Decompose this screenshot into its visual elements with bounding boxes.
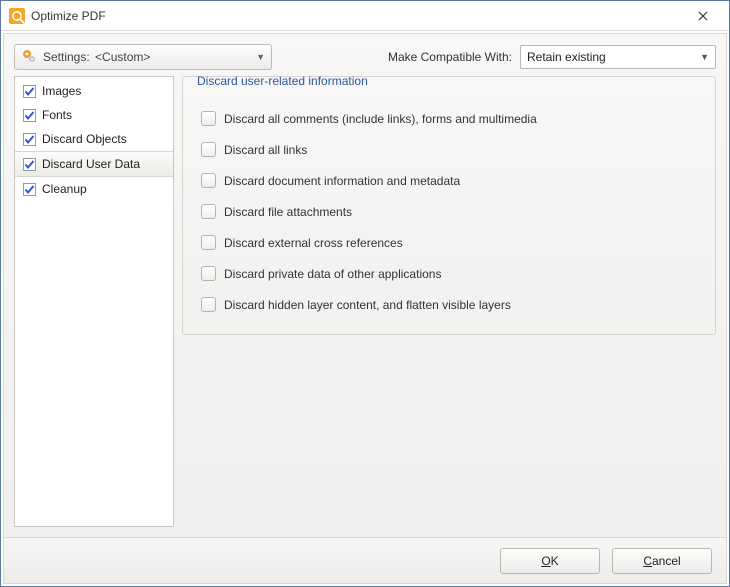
- option-label: Discard hidden layer content, and flatte…: [224, 298, 511, 312]
- option-label: Discard document information and metadat…: [224, 174, 460, 188]
- chevron-down-icon: ▼: [256, 52, 265, 62]
- top-row: Settings: <Custom> ▼ Make Compatible Wit…: [4, 34, 726, 76]
- sidebar-item-label: Images: [42, 84, 81, 98]
- option-row: Discard all links: [199, 134, 699, 165]
- option-checkbox[interactable]: [201, 266, 216, 281]
- close-button[interactable]: [683, 5, 723, 27]
- sidebar-item-cleanup[interactable]: Cleanup: [15, 177, 173, 201]
- option-row: Discard hidden layer content, and flatte…: [199, 289, 699, 320]
- option-label: Discard private data of other applicatio…: [224, 267, 441, 281]
- option-row: Discard private data of other applicatio…: [199, 258, 699, 289]
- sidebar-checkbox[interactable]: [23, 109, 36, 122]
- compat-dropdown[interactable]: Retain existing ▼: [520, 45, 716, 69]
- gear-icon: [21, 48, 37, 67]
- chevron-down-icon: ▼: [700, 52, 709, 62]
- group-title: Discard user-related information: [193, 74, 372, 88]
- options-panel: Discard user-related information Discard…: [182, 76, 716, 527]
- option-label: Discard file attachments: [224, 205, 352, 219]
- option-checkbox[interactable]: [201, 297, 216, 312]
- discard-user-group: Discard user-related information Discard…: [182, 76, 716, 335]
- cancel-label: Cancel: [643, 554, 680, 568]
- settings-label: Settings:: [43, 50, 90, 64]
- sidebar-item-label: Discard Objects: [42, 132, 127, 146]
- titlebar: Optimize PDF: [1, 1, 729, 31]
- compat-label: Make Compatible With:: [388, 50, 512, 64]
- close-icon: [698, 11, 708, 21]
- option-row: Discard file attachments: [199, 196, 699, 227]
- ok-button[interactable]: OK: [500, 548, 600, 574]
- option-checkbox[interactable]: [201, 111, 216, 126]
- mid-row: Images Fonts Discard Objects Discard User D…: [4, 76, 726, 537]
- sidebar-item-label: Discard User Data: [42, 157, 140, 171]
- sidebar-checkbox[interactable]: [23, 133, 36, 146]
- sidebar-item-discard-objects[interactable]: Discard Objects: [15, 127, 173, 151]
- sidebar-item-label: Fonts: [42, 108, 72, 122]
- sidebar-item-discard-user-data[interactable]: Discard User Data: [15, 151, 173, 177]
- sidebar-item-label: Cleanup: [42, 182, 87, 196]
- option-checkbox[interactable]: [201, 173, 216, 188]
- option-checkbox[interactable]: [201, 235, 216, 250]
- settings-dropdown[interactable]: Settings: <Custom> ▼: [14, 44, 272, 70]
- sidebar-item-images[interactable]: Images: [15, 79, 173, 103]
- ok-label: OK: [541, 554, 558, 568]
- option-label: Discard all links: [224, 143, 307, 157]
- window-title: Optimize PDF: [31, 9, 106, 23]
- sidebar-checkbox[interactable]: [23, 85, 36, 98]
- option-checkbox[interactable]: [201, 142, 216, 157]
- compat-value: Retain existing: [527, 50, 606, 64]
- cancel-button[interactable]: Cancel: [612, 548, 712, 574]
- option-row: Discard external cross references: [199, 227, 699, 258]
- footer: OK Cancel: [4, 537, 726, 583]
- sidebar-checkbox[interactable]: [23, 183, 36, 196]
- option-row: Discard all comments (include links), fo…: [199, 103, 699, 134]
- settings-value: <Custom>: [95, 50, 150, 64]
- category-sidebar: Images Fonts Discard Objects Discard User D…: [14, 76, 174, 527]
- app-icon: [9, 8, 25, 24]
- client-area: Settings: <Custom> ▼ Make Compatible Wit…: [3, 33, 727, 584]
- option-label: Discard all comments (include links), fo…: [224, 112, 537, 126]
- window: Optimize PDF Settings: <: [0, 0, 730, 587]
- sidebar-checkbox[interactable]: [23, 158, 36, 171]
- option-row: Discard document information and metadat…: [199, 165, 699, 196]
- option-label: Discard external cross references: [224, 236, 403, 250]
- option-checkbox[interactable]: [201, 204, 216, 219]
- sidebar-item-fonts[interactable]: Fonts: [15, 103, 173, 127]
